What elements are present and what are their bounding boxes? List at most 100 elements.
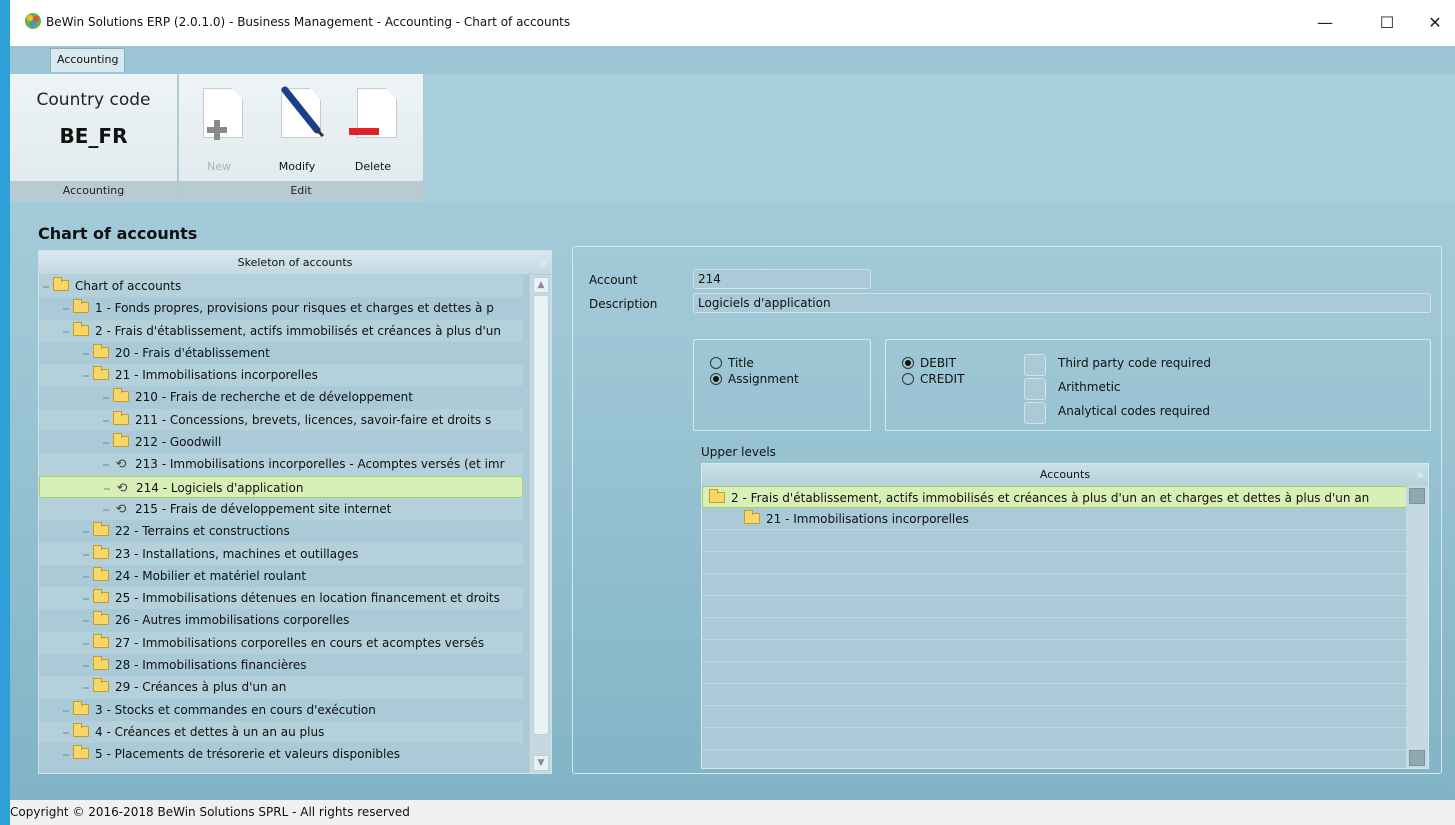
folder-icon [113, 388, 129, 403]
copyright-text: Copyright © 2016-2018 BeWin Solutions SP… [10, 805, 410, 819]
tree-branch-line-icon: ⎯ [83, 368, 90, 383]
upper-grid-rows: 2 - Frais d'établissement, actifs immobi… [702, 486, 1408, 768]
tree-row[interactable]: ⎯ 210 - Frais de recherche et de développ… [39, 386, 523, 408]
minimize-button[interactable]: — [1310, 8, 1340, 38]
scroll-thumb[interactable] [533, 295, 549, 735]
tree-row[interactable]: ⎯ 22 - Terrains et constructions [39, 520, 523, 542]
tree-row[interactable]: ⎯ Chart of accounts [39, 275, 523, 298]
tree-row[interactable]: ⎯ 23 - Installations, machines et outilla… [39, 542, 523, 565]
upper-level-label: 2 - Frais d'établissement, actifs immobi… [731, 491, 1370, 505]
radio-assignment[interactable]: Assignment [710, 372, 799, 386]
new-button[interactable]: New [189, 82, 249, 178]
folder-icon [93, 343, 109, 358]
radio-credit[interactable]: CREDIT [902, 372, 964, 386]
tree-row[interactable]: ⎯ 4 - Créances et dettes à un an au plus [39, 720, 523, 744]
tree-row[interactable]: ⎯ 28 - Immobilisations financières [39, 654, 523, 676]
upper-grid-header-label: Accounts [1039, 468, 1091, 481]
tree-row[interactable]: ⎯ 27 - Immobilisations corporelles en cou… [39, 631, 523, 655]
delete-button[interactable]: Delete [343, 82, 403, 178]
modify-button[interactable]: Modify [267, 82, 327, 178]
tree-row-label: 212 - Goodwill [135, 435, 222, 450]
upper-level-label: 21 - Immobilisations incorporelles [766, 512, 969, 526]
upper-level-row[interactable]: 21 - Immobilisations incorporelles [702, 508, 1408, 530]
tree-row-selected[interactable]: ⎯ ⟲ 214 - Logiciels d'application [39, 475, 523, 498]
upper-level-row[interactable]: 2 - Frais d'établissement, actifs immobi… [702, 486, 1408, 508]
folder-icon [93, 678, 109, 693]
upper-level-empty-row [702, 750, 1408, 768]
country-code-value[interactable]: BE_FR [10, 124, 177, 148]
upper-level-empty-row [702, 662, 1408, 684]
upper-level-empty-row [702, 574, 1408, 596]
app-logo-icon [25, 13, 41, 29]
tree-row[interactable]: ⎯ 21 - Immobilisations incorporelles [39, 364, 523, 387]
tree-branch-line-icon: ⎯ [103, 457, 110, 472]
tree-branch-line-icon: ⎯ [104, 480, 111, 495]
account-leaf-icon: ⟲ [115, 501, 127, 517]
tree-row-label: 23 - Installations, machines et outillag… [115, 546, 359, 561]
tree-row[interactable]: ⎯ 25 - Immobilisations détenues en locati… [39, 587, 523, 610]
tree-row[interactable]: ⎯ 3 - Stocks et commandes en cours d'exéc… [39, 699, 523, 721]
tree-row-label: 213 - Immobilisations incorporelles - Ac… [135, 457, 505, 472]
upper-collapse-chevron-icon[interactable]: » [1417, 464, 1424, 486]
group-label-accounting: Accounting [10, 181, 177, 201]
tree-row[interactable]: ⎯ ⟲ 213 - Immobilisations incorporelles - … [39, 453, 523, 476]
app-window: BeWin Solutions ERP (2.0.1.0) - Business… [10, 0, 1455, 825]
tree-branch-line-icon: ⎯ [83, 591, 90, 606]
radio-assignment-label: Assignment [728, 372, 799, 386]
scroll-down-icon[interactable]: ▼ [533, 755, 549, 771]
radio-debit-label: DEBIT [920, 356, 956, 370]
radio-credit-circle[interactable] [902, 373, 914, 385]
tree-row[interactable]: ⎯ 2 - Frais d'établissement, actifs immob… [39, 319, 523, 342]
tree-row[interactable]: ⎯ 20 - Frais d'établissement [39, 342, 523, 364]
folder-icon [73, 299, 89, 314]
tree-branch-line-icon: ⎯ [63, 702, 70, 717]
maximize-button[interactable]: ☐ [1372, 8, 1402, 38]
tree-row[interactable]: ⎯ 5 - Placements de trésorerie et valeurs… [39, 743, 523, 765]
page-title: Chart of accounts [38, 224, 198, 243]
tree-row[interactable]: ⎯ 26 - Autres immobilisations corporelles [39, 609, 523, 631]
analytical-checkbox[interactable] [1024, 402, 1046, 424]
folder-icon [93, 611, 109, 626]
upper-grid-scrollbar[interactable] [1406, 486, 1428, 768]
tree-row-label: 27 - Immobilisations corporelles en cour… [115, 635, 485, 650]
account-input[interactable]: 214 [693, 269, 871, 289]
tree-branch-line-icon: ⎯ [103, 501, 110, 516]
folder-icon [53, 277, 69, 291]
tree-branch-line-icon: ⎯ [63, 323, 70, 338]
analytical-label: Analytical codes required [1058, 404, 1211, 418]
radio-debit[interactable]: DEBIT [902, 356, 956, 370]
tree-branch-line-icon: ⎯ [63, 747, 70, 762]
tree-row-label: 210 - Frais de recherche et de développe… [135, 390, 413, 405]
upper-levels-label: Upper levels [701, 445, 776, 459]
folder-icon [113, 410, 129, 425]
tree-row[interactable]: ⎯ ⟲ 215 - Frais de développement site inte… [39, 497, 523, 521]
description-input[interactable]: Logiciels d'application [693, 293, 1431, 313]
tree-scrollbar[interactable]: ▲ ▼ [529, 275, 551, 773]
tree-branch-line-icon: ⎯ [103, 412, 110, 427]
tree-row[interactable]: ⎯ 212 - Goodwill [39, 431, 523, 453]
tree-row[interactable]: ⎯ 24 - Mobilier et matériel roulant [39, 565, 523, 587]
tree-branch-line-icon: ⎯ [83, 635, 90, 650]
arithmetic-checkbox[interactable] [1024, 378, 1046, 400]
tree-row[interactable]: ⎯ 1 - Fonds propres, provisions pour risq… [39, 297, 523, 319]
upper-scroll-down-icon[interactable] [1409, 750, 1425, 766]
country-code-label: Country code [36, 90, 151, 110]
radio-title-circle[interactable] [710, 357, 722, 369]
collapse-chevron-icon[interactable]: » [540, 251, 547, 275]
arithmetic-label: Arithmetic [1058, 380, 1121, 394]
tree-branch-line-icon: ⎯ [43, 279, 50, 293]
tree-row-label: 214 - Logiciels d'application [136, 480, 304, 495]
tree-row[interactable]: ⎯ 29 - Créances à plus d'un an [39, 676, 523, 699]
radio-title[interactable]: Title [710, 356, 754, 370]
third-party-checkbox[interactable] [1024, 354, 1046, 376]
close-button[interactable]: ✕ [1420, 8, 1450, 38]
scroll-up-icon[interactable]: ▲ [533, 277, 549, 293]
upper-scroll-up-icon[interactable] [1409, 488, 1425, 504]
tab-accounting[interactable]: Accounting [50, 48, 126, 72]
radio-debit-circle[interactable] [902, 357, 914, 369]
tree-branch-line-icon: ⎯ [63, 301, 70, 316]
account-leaf-icon: ⟲ [115, 457, 127, 473]
tree-row-label: 4 - Créances et dettes à un an au plus [95, 724, 325, 739]
radio-assignment-circle[interactable] [710, 373, 722, 385]
tree-row[interactable]: ⎯ 211 - Concessions, brevets, licences, s… [39, 408, 523, 432]
